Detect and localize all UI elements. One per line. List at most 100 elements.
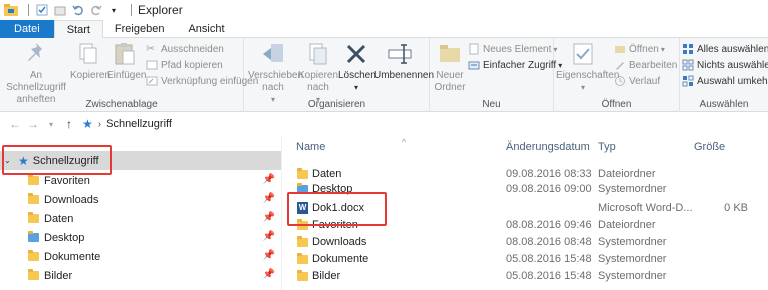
invert-selection-button[interactable]: Auswahl umkehren <box>682 74 768 88</box>
desktop-icon <box>28 231 39 242</box>
select-none-button[interactable]: Nichts auswählen <box>682 58 768 72</box>
breadcrumb-chevron-icon[interactable]: › <box>98 119 101 130</box>
file-date: 08.08.2016 09:46 <box>506 219 592 231</box>
move-to-icon <box>263 44 283 62</box>
documents-icon <box>297 253 308 264</box>
pin-quick-access-button[interactable]: An Schnellzugriff anheften <box>4 40 68 106</box>
forward-arrow-icon[interactable]: → <box>24 117 42 131</box>
nav-item-dokumente[interactable]: Dokumente 📌 <box>0 247 281 266</box>
breadcrumb-schnellzugriff[interactable]: Schnellzugriff <box>106 118 172 130</box>
pin-icon: 📌 <box>262 193 275 204</box>
tab-datei[interactable]: Datei <box>0 20 54 38</box>
highlight-box-schnellzugriff <box>2 145 112 175</box>
file-date: 08.08.2016 08:48 <box>506 236 592 248</box>
move-to-button[interactable]: Verschieben nach ▾ <box>248 40 303 106</box>
highlight-box-dok1 <box>287 192 387 226</box>
group-label-zwischenablage: Zwischenablage <box>85 99 158 110</box>
copy-path-icon <box>146 60 158 70</box>
pin-icon <box>28 43 42 61</box>
rename-label: Umbenennen <box>374 70 435 81</box>
nav-item-bilder[interactable]: Bilder 📌 <box>0 266 281 285</box>
group-label-auswaehlen: Auswählen <box>699 99 749 110</box>
file-type: Dateiordner <box>598 219 656 231</box>
address-bar: ← → ▾ ↑ ★ › Schnellzugriff <box>0 113 768 135</box>
file-type: Dateiordner <box>598 168 656 180</box>
move-to-label: Verschieben nach <box>248 70 304 93</box>
cut-button[interactable]: ✂ Ausschneiden <box>146 42 224 56</box>
rename-icon <box>388 44 412 64</box>
select-all-button[interactable]: Alles auswählen <box>682 42 768 56</box>
pictures-icon <box>297 270 308 281</box>
select-none-icon <box>682 59 694 71</box>
folder-icon <box>28 174 39 185</box>
easy-access-button[interactable]: Einfacher Zugriff ▾ <box>468 58 562 72</box>
nav-item-desktop[interactable]: Desktop 📌 <box>0 228 281 247</box>
new-folder-button[interactable]: Neuer Ordner <box>432 40 468 94</box>
nav-item-label: Bilder <box>44 269 73 282</box>
file-type: Systemordner <box>598 253 667 265</box>
nav-item-downloads[interactable]: Downloads 📌 <box>0 190 281 209</box>
file-row[interactable]: Bilder 05.08.2016 15:48 Systemordner <box>282 267 768 285</box>
new-item-icon <box>469 43 479 55</box>
history-button[interactable]: Verlauf <box>614 74 660 88</box>
nav-item-daten[interactable]: Daten 📌 <box>0 209 281 228</box>
file-date: 05.08.2016 15:48 <box>506 270 592 282</box>
column-header-type[interactable]: Typ <box>598 141 616 153</box>
column-header-date[interactable]: Änderungsdatum <box>506 141 590 153</box>
properties-label: Eigenschaften <box>556 70 620 81</box>
paste-icon <box>115 43 135 65</box>
file-type: Systemordner <box>598 270 667 282</box>
tab-freigeben[interactable]: Freigeben <box>103 20 177 38</box>
file-row[interactable]: Dokumente 05.08.2016 15:48 Systemordner <box>282 250 768 268</box>
copy-to-label: Kopieren nach <box>298 70 339 93</box>
delete-label: Löschen <box>338 70 376 81</box>
pictures-icon <box>28 269 39 280</box>
file-name: Bilder <box>312 270 341 282</box>
paste-shortcut-button[interactable]: Verknüpfung einfügen <box>146 74 258 88</box>
copy-button[interactable]: Kopieren <box>70 40 110 82</box>
column-header-name[interactable]: ^ Name <box>296 137 406 153</box>
undo-icon[interactable] <box>71 3 85 17</box>
copy-path-button[interactable]: Pfad kopieren <box>146 58 223 72</box>
group-label-oeffnen: Öffnen <box>601 99 632 110</box>
open-button[interactable]: Öffnen ▾ <box>614 42 665 56</box>
redo-icon[interactable] <box>89 3 103 17</box>
quick-access-dropdown-icon[interactable]: ▾ <box>107 3 121 17</box>
paste-label: Einfügen <box>107 70 147 81</box>
group-neu: Neuer Ordner Neues Element ▾ Einfacher Zu… <box>430 38 562 112</box>
downloads-icon <box>28 193 39 204</box>
pin-icon: 📌 <box>262 231 275 242</box>
properties-check-icon[interactable] <box>35 3 49 17</box>
up-arrow-icon[interactable]: ↑ <box>60 117 78 131</box>
nav-item-label: Desktop <box>44 231 85 244</box>
rename-button[interactable]: Umbenennen <box>374 40 434 82</box>
folder-icon <box>297 168 308 179</box>
edit-button[interactable]: Bearbeiten <box>614 58 677 72</box>
new-item-button[interactable]: Neues Element ▾ <box>468 42 557 56</box>
paste-button[interactable]: Einfügen <box>107 40 147 82</box>
column-header-size[interactable]: Größe <box>694 141 725 153</box>
copy-to-button[interactable]: Kopieren nach ▾ <box>298 40 338 106</box>
file-type: Microsoft Word-D... <box>598 202 693 214</box>
file-row[interactable]: Downloads 08.08.2016 08:48 Systemordner <box>282 233 768 251</box>
back-arrow-icon[interactable]: ← <box>6 117 24 131</box>
file-date: 09.08.2016 08:33 <box>506 168 592 180</box>
properties-button[interactable]: Eigenschaften ▾ <box>556 40 619 94</box>
downloads-icon <box>297 236 308 247</box>
recent-dropdown-icon[interactable]: ▾ <box>42 120 60 129</box>
ribbon-tabs: Datei Start Freigeben Ansicht <box>0 20 768 39</box>
file-name: Dokumente <box>312 253 369 265</box>
separator <box>131 4 132 16</box>
delete-x-icon <box>346 44 366 64</box>
file-type: Systemordner <box>598 183 667 195</box>
tab-ansicht[interactable]: Ansicht <box>176 20 236 38</box>
new-folder-quick-icon[interactable] <box>53 3 67 17</box>
folder-icon <box>28 212 39 223</box>
quick-access-star-icon: ★ <box>82 117 93 131</box>
copy-icon <box>79 43 97 64</box>
separator <box>28 4 29 16</box>
group-organisieren: Verschieben nach ▾ Kopieren nach ▾ Löschen… <box>244 38 434 112</box>
tab-start[interactable]: Start <box>53 20 103 39</box>
delete-button[interactable]: Löschen ▾ <box>338 40 376 94</box>
group-oeffnen: Eigenschaften ▾ Öffnen ▾ Bearbeiten Verlau… <box>554 38 680 112</box>
